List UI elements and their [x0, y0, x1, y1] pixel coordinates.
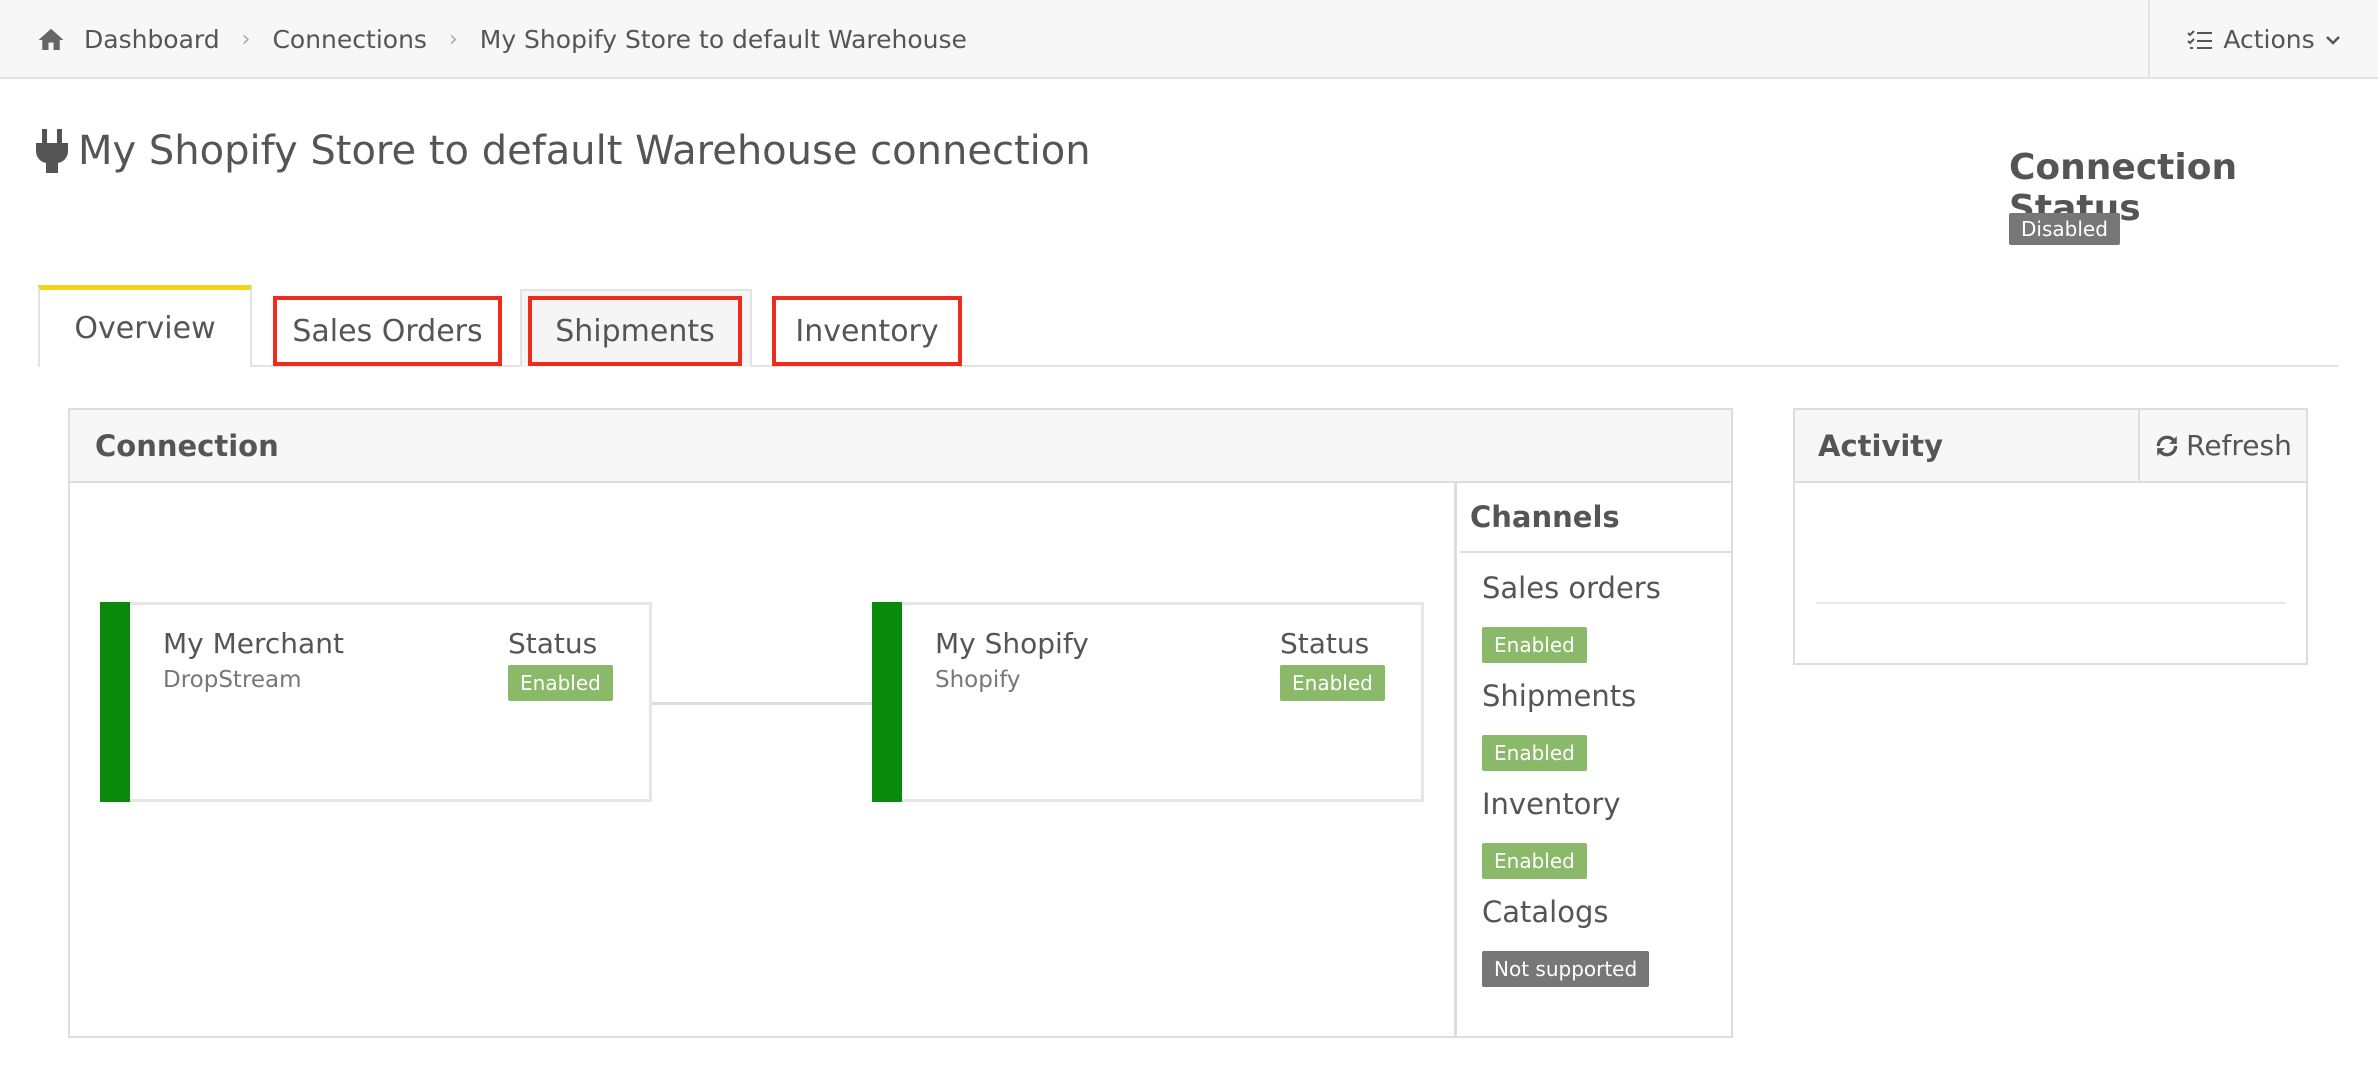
channel-status-badge: Not supported [1482, 951, 1650, 987]
channel-inventory: Inventory Enabled [1482, 787, 1621, 879]
node-name: My Shopify [935, 627, 1089, 660]
breadcrumb: Dashboard › Connections › My Shopify Sto… [36, 0, 967, 79]
node-status-badge: Enabled [1280, 665, 1385, 701]
node-type: DropStream [163, 667, 302, 693]
tab-shipments[interactable]: Shipments [528, 296, 742, 366]
connection-status-badge: Disabled [2009, 213, 2120, 245]
activity-panel-header: Activity Refresh [1795, 410, 2306, 483]
activity-panel: Activity Refresh [1793, 408, 2308, 665]
channel-status-badge: Enabled [1482, 627, 1587, 663]
channel-catalogs: Catalogs Not supported [1482, 895, 1650, 987]
actions-button[interactable]: Actions [2148, 0, 2378, 79]
connection-line [652, 702, 872, 705]
breadcrumb-connections[interactable]: Connections [272, 25, 426, 54]
channel-sales-orders: Sales orders Enabled [1482, 571, 1661, 663]
connection-panel-heading: Connection [70, 410, 1731, 483]
node-type: Shopify [935, 667, 1021, 693]
node-accent-bar [100, 602, 130, 802]
channel-shipments: Shipments Enabled [1482, 679, 1636, 771]
refresh-button[interactable]: Refresh [2138, 410, 2306, 481]
node-status-label: Status [1280, 627, 1370, 660]
node-name: My Merchant [163, 627, 344, 660]
activity-heading: Activity [1818, 428, 1944, 463]
refresh-label: Refresh [2186, 429, 2292, 462]
chevron-right-icon: › [241, 27, 251, 52]
page-title: My Shopify Store to default Warehouse co… [36, 128, 1091, 174]
breadcrumb-dashboard[interactable]: Dashboard [84, 25, 220, 54]
refresh-icon [2156, 435, 2178, 456]
shopify-node[interactable]: My Shopify Shopify Status Enabled [872, 602, 1424, 802]
home-icon[interactable] [36, 25, 66, 55]
chevron-down-icon [2325, 35, 2340, 45]
tab-sales-orders[interactable]: Sales Orders [273, 296, 502, 366]
node-status-badge: Enabled [508, 665, 613, 701]
channel-name: Shipments [1482, 679, 1637, 713]
breadcrumb-current: My Shopify Store to default Warehouse [479, 25, 967, 54]
plug-icon [36, 129, 68, 173]
activity-divider [1816, 602, 2286, 604]
page-title-text: My Shopify Store to default Warehouse co… [78, 128, 1091, 174]
channel-status-badge: Enabled [1482, 843, 1587, 879]
actions-label: Actions [2223, 25, 2315, 54]
top-bar: Dashboard › Connections › My Shopify Sto… [0, 0, 2378, 79]
merchant-node[interactable]: My Merchant DropStream Status Enabled [100, 602, 652, 802]
channel-name: Sales orders [1482, 571, 1661, 605]
channel-name: Catalogs [1482, 895, 1609, 929]
channels-list: Channels Sales orders Enabled Shipments … [1460, 483, 1733, 1038]
channel-name: Inventory [1482, 787, 1621, 821]
tab-inventory[interactable]: Inventory [772, 296, 962, 366]
list-check-icon [2187, 29, 2213, 49]
channels-heading: Channels [1460, 483, 1733, 553]
node-status-label: Status [508, 627, 598, 660]
connection-panel: Connection My Merchant DropStream Status… [68, 408, 1733, 1038]
node-accent-bar [872, 602, 902, 802]
tab-overview[interactable]: Overview [38, 285, 252, 367]
channel-status-badge: Enabled [1482, 735, 1587, 771]
connection-diagram: My Merchant DropStream Status Enabled My… [70, 483, 1457, 1038]
chevron-right-icon: › [448, 27, 458, 52]
